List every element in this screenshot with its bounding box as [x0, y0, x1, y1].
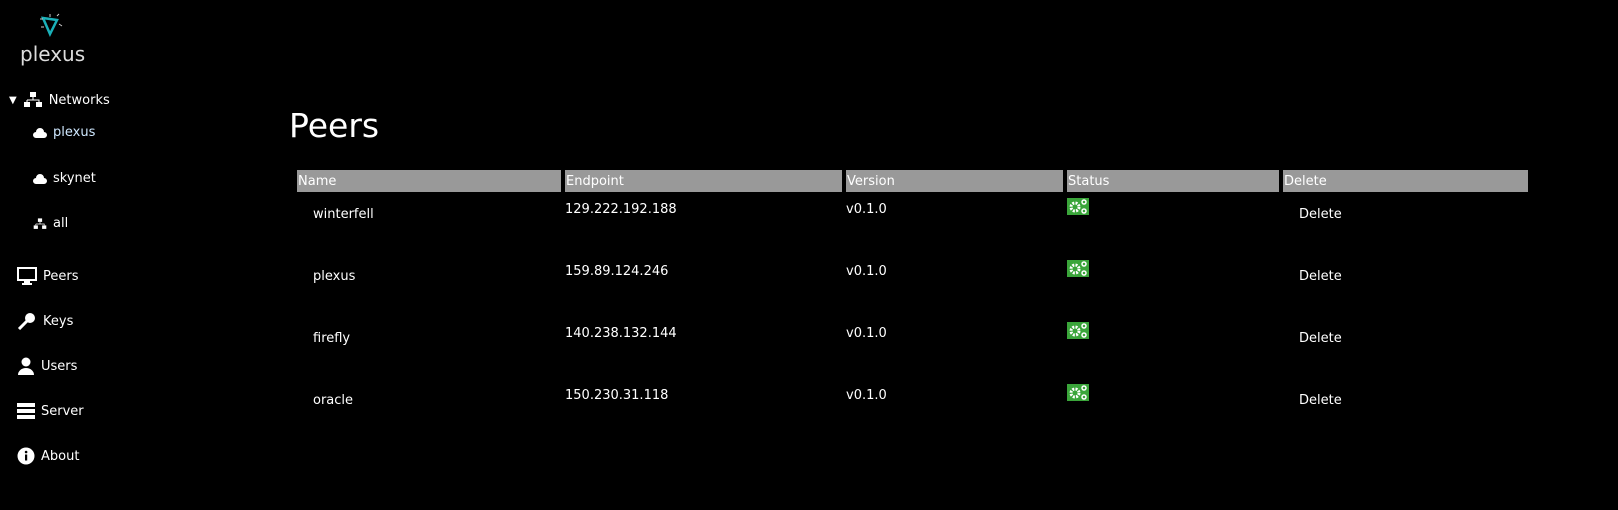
sidebar-label: About [41, 448, 80, 464]
delete-peer-button[interactable]: Delete [1299, 331, 1342, 346]
peer-endpoint: 159.89.124.246 [565, 264, 669, 279]
column-header-version: Version [846, 170, 1063, 192]
plexus-logo-icon [40, 13, 63, 37]
sidebar-label: Peers [43, 268, 79, 284]
sidebar-network-plexus[interactable]: plexus [33, 125, 95, 140]
status-gear-icon [1067, 198, 1089, 215]
peer-status [1067, 254, 1279, 316]
network-icon [23, 92, 42, 107]
peer-endpoint: 150.230.31.118 [565, 388, 669, 403]
logo[interactable]: plexus [20, 10, 86, 66]
sidebar-item-keys[interactable]: Keys [17, 312, 73, 330]
server-icon [17, 403, 35, 419]
peer-name: firefly [313, 331, 351, 346]
sidebar-label: Networks [48, 92, 110, 108]
page-title: Peers [289, 106, 380, 145]
monitor-icon [17, 267, 37, 285]
sidebar-item-networks[interactable]: ▼ Networks [9, 92, 110, 108]
delete-peer-button[interactable]: Delete [1299, 269, 1342, 284]
caret-down-icon: ▼ [9, 94, 17, 106]
status-gear-icon [1067, 260, 1089, 277]
sidebar-item-about[interactable]: About [17, 447, 79, 465]
status-gear-icon [1067, 384, 1089, 401]
table-row: plexus 159.89.124.246 v0.1.0 Delete [297, 254, 1528, 316]
peer-status [1067, 192, 1279, 254]
peer-version: v0.1.0 [846, 326, 887, 341]
peer-status [1067, 378, 1279, 440]
sidebar-label: plexus [53, 125, 96, 140]
column-header-name: Name [297, 170, 561, 192]
delete-peer-button[interactable]: Delete [1299, 207, 1342, 222]
delete-peer-button[interactable]: Delete [1299, 393, 1342, 408]
sidebar-label: all [53, 216, 69, 231]
sidebar-network-all[interactable]: all [33, 216, 68, 231]
info-icon [17, 447, 35, 465]
peer-endpoint: 140.238.132.144 [565, 326, 677, 341]
sidebar-label: skynet [53, 171, 96, 186]
column-header-endpoint: Endpoint [565, 170, 842, 192]
sidebar-label: Users [41, 358, 78, 374]
peer-version: v0.1.0 [846, 264, 887, 279]
table-row: firefly 140.238.132.144 v0.1.0 Delete [297, 316, 1528, 378]
peer-version: v0.1.0 [846, 202, 887, 217]
cloud-icon [33, 173, 47, 184]
cloud-icon [33, 127, 47, 138]
network-icon [33, 217, 47, 229]
peer-name: winterfell [313, 207, 374, 222]
sidebar-label: Keys [43, 313, 74, 329]
peer-name: oracle [313, 393, 354, 408]
peer-name: plexus [313, 269, 356, 284]
key-icon [17, 313, 35, 330]
column-header-status: Status [1067, 170, 1279, 192]
table-row: winterfell 129.222.192.188 v0.1.0 Delete [297, 192, 1528, 254]
peers-table: Name Endpoint Version Status Delete wint… [293, 170, 1532, 440]
peer-status [1067, 316, 1279, 378]
sidebar-item-peers[interactable]: Peers [17, 267, 79, 285]
table-row: oracle 150.230.31.118 v0.1.0 Delete [297, 378, 1528, 440]
column-header-delete: Delete [1283, 170, 1528, 192]
user-icon [18, 357, 34, 375]
status-gear-icon [1067, 322, 1089, 339]
sidebar-network-skynet[interactable]: skynet [33, 171, 96, 186]
sidebar-item-users[interactable]: Users [17, 357, 77, 375]
peer-version: v0.1.0 [846, 388, 887, 403]
sidebar-item-server[interactable]: Server [17, 402, 84, 420]
sidebar-label: Server [41, 403, 84, 419]
brand-name: plexus [20, 42, 86, 66]
peer-endpoint: 129.222.192.188 [565, 202, 677, 217]
